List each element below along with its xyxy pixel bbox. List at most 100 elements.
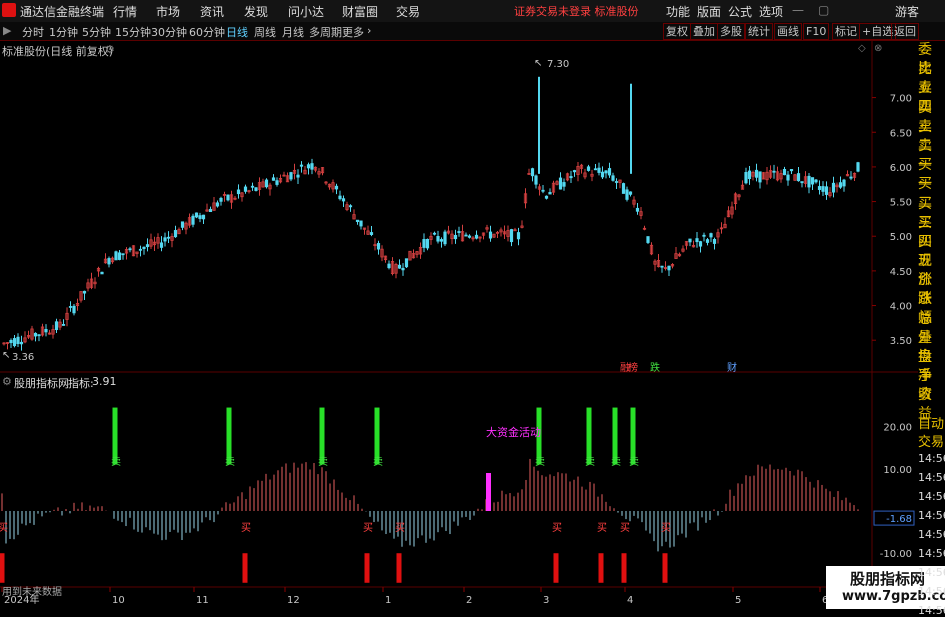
btn-draw[interactable]: 画线	[774, 23, 802, 40]
period-weekly[interactable]: 周线	[254, 24, 276, 40]
menu-options[interactable]: 选项	[759, 3, 783, 20]
period-minute[interactable]: 分时	[22, 24, 44, 40]
candle-body	[800, 181, 804, 184]
event-finance-icon[interactable]: 财	[727, 359, 737, 374]
side-tab[interactable]: 涨跌	[918, 271, 945, 307]
menu-bar: 通达信金融终端 行情 市场 资讯 发现 问小达 财富圈 交易 证券交易未登录 标…	[0, 0, 945, 23]
candle-body	[705, 239, 710, 243]
side-tab[interactable]: 卖四	[918, 79, 945, 115]
candle-body	[173, 230, 178, 238]
btn-stats[interactable]: 统计	[745, 23, 773, 40]
side-tab[interactable]: 买二	[918, 175, 945, 211]
btn-f10[interactable]: F10	[803, 23, 830, 40]
btn-adjust[interactable]: 复权	[663, 23, 691, 40]
period-1min[interactable]: 1分钟	[49, 24, 78, 40]
candle-body	[387, 263, 391, 269]
side-tab[interactable]: 卖二	[918, 118, 945, 154]
close-panel-icon[interactable]: ⊗	[874, 43, 882, 54]
btn-mark[interactable]: 标记	[832, 23, 860, 40]
side-tab[interactable]: 外盘	[918, 329, 945, 365]
indicator-series	[1, 458, 859, 552]
side-tab[interactable]: 买五	[918, 233, 945, 269]
period-5min[interactable]: 5分钟	[82, 24, 111, 40]
side-tab[interactable]: 卖一	[918, 137, 945, 173]
side-tab[interactable]: 买三	[918, 195, 945, 231]
side-tab[interactable]: 现价	[918, 252, 945, 288]
candle-body	[243, 186, 248, 192]
menu-item-wealth[interactable]: 财富圈	[342, 3, 378, 20]
event-rank-icon[interactable]: 榜	[628, 359, 638, 374]
candle-body	[747, 170, 752, 180]
candle-body	[163, 237, 167, 242]
candle-body	[355, 219, 360, 222]
sell-signal-label: 卖	[225, 457, 235, 468]
candle-body	[814, 179, 818, 183]
menu-function[interactable]: 功能	[666, 3, 690, 20]
candle-body	[782, 169, 787, 176]
sell-signal-label: 卖	[585, 457, 595, 468]
app-logo-icon	[2, 3, 16, 17]
restore-icon[interactable]: ▢	[818, 3, 829, 17]
candle-body	[597, 167, 601, 173]
btn-overlay[interactable]: 叠加	[690, 23, 718, 40]
side-tab[interactable]: 买四	[918, 214, 945, 250]
menu-item-discover[interactable]: 发现	[244, 3, 268, 20]
candle-body	[544, 195, 549, 199]
side-tab[interactable]: 换手	[918, 348, 945, 384]
menu-item-markets[interactable]: 市场	[156, 3, 180, 20]
period-daily[interactable]: 日线	[226, 24, 248, 40]
candle-body	[114, 251, 118, 261]
candle-body	[121, 253, 125, 256]
quote-side-tabs: 委比 卖五 卖四 卖三 卖二 卖一 买一 买二 买三 买四 买五 现价 涨跌 涨幅 总量 外盘 换手 净资 收益	[918, 41, 945, 422]
candle-body	[488, 231, 493, 239]
side-tab[interactable]: 收益	[918, 386, 945, 422]
menu-item-ask[interactable]: 问小达	[288, 3, 324, 20]
side-tab[interactable]: 卖五	[918, 60, 945, 96]
candle-body	[516, 232, 521, 240]
menu-formula[interactable]: 公式	[728, 3, 752, 20]
period-15min[interactable]: 15分钟	[115, 24, 151, 40]
login-notice[interactable]: 证券交易未登录 标准股份	[514, 3, 639, 19]
candle-body	[425, 238, 430, 249]
indicator-settings-icon[interactable]: ⚙	[2, 375, 12, 388]
side-tab[interactable]: 总量	[918, 310, 945, 346]
btn-back[interactable]: 返回	[891, 23, 919, 40]
settings-icon[interactable]: ⚙	[105, 43, 115, 56]
menu-item-trade[interactable]: 交易	[396, 3, 420, 20]
auto-trade-tab[interactable]: 自动	[918, 413, 944, 432]
candle-body	[117, 252, 122, 260]
side-tab[interactable]: 委比	[918, 41, 945, 77]
guest-user[interactable]: 游客	[895, 3, 919, 20]
menu-layout[interactable]: 版面	[697, 3, 721, 20]
side-tab[interactable]: 卖三	[918, 99, 945, 135]
period-60min[interactable]: 60分钟	[189, 24, 225, 40]
period-more[interactable]: 更多	[342, 24, 364, 40]
buy-signal-bar	[553, 553, 559, 583]
main-panel-title: 标准股份(日线 前复权)	[2, 45, 114, 58]
event-drop-icon[interactable]: 跌	[650, 359, 660, 374]
menu-item-market[interactable]: 行情	[113, 3, 137, 20]
sell-signal-label: 卖	[535, 457, 545, 468]
btn-multi-stock[interactable]: 多股	[717, 23, 745, 40]
candle-body	[359, 220, 363, 227]
kline-chart[interactable]: 7.00 6.50 6.00 5.50 5.00 4.50 4.00 3.50 20.00 10.…	[0, 41, 918, 609]
minimize-icon[interactable]: —	[792, 3, 804, 17]
chevron-right-icon[interactable]: ›	[367, 24, 371, 37]
candle-body	[621, 183, 626, 194]
side-tab[interactable]: 涨幅	[918, 290, 945, 326]
menu-item-news[interactable]: 资讯	[200, 3, 224, 20]
side-tab[interactable]: 净资	[918, 367, 945, 403]
side-tab[interactable]: 买一	[918, 156, 945, 192]
candle-body	[142, 246, 146, 249]
candle-body	[457, 231, 461, 233]
candle-body	[299, 164, 304, 167]
buy-signal-bar	[598, 553, 604, 583]
play-icon[interactable]: ▶	[3, 24, 11, 37]
period-30min[interactable]: 30分钟	[151, 24, 187, 40]
period-monthly[interactable]: 月线	[282, 24, 304, 40]
expand-icon[interactable]: ◇	[858, 43, 866, 54]
candle-body	[614, 181, 619, 183]
candle-body	[422, 239, 426, 248]
period-multi[interactable]: 多周期	[309, 24, 342, 40]
auto-trade-tab-2[interactable]: 交易	[918, 431, 944, 450]
